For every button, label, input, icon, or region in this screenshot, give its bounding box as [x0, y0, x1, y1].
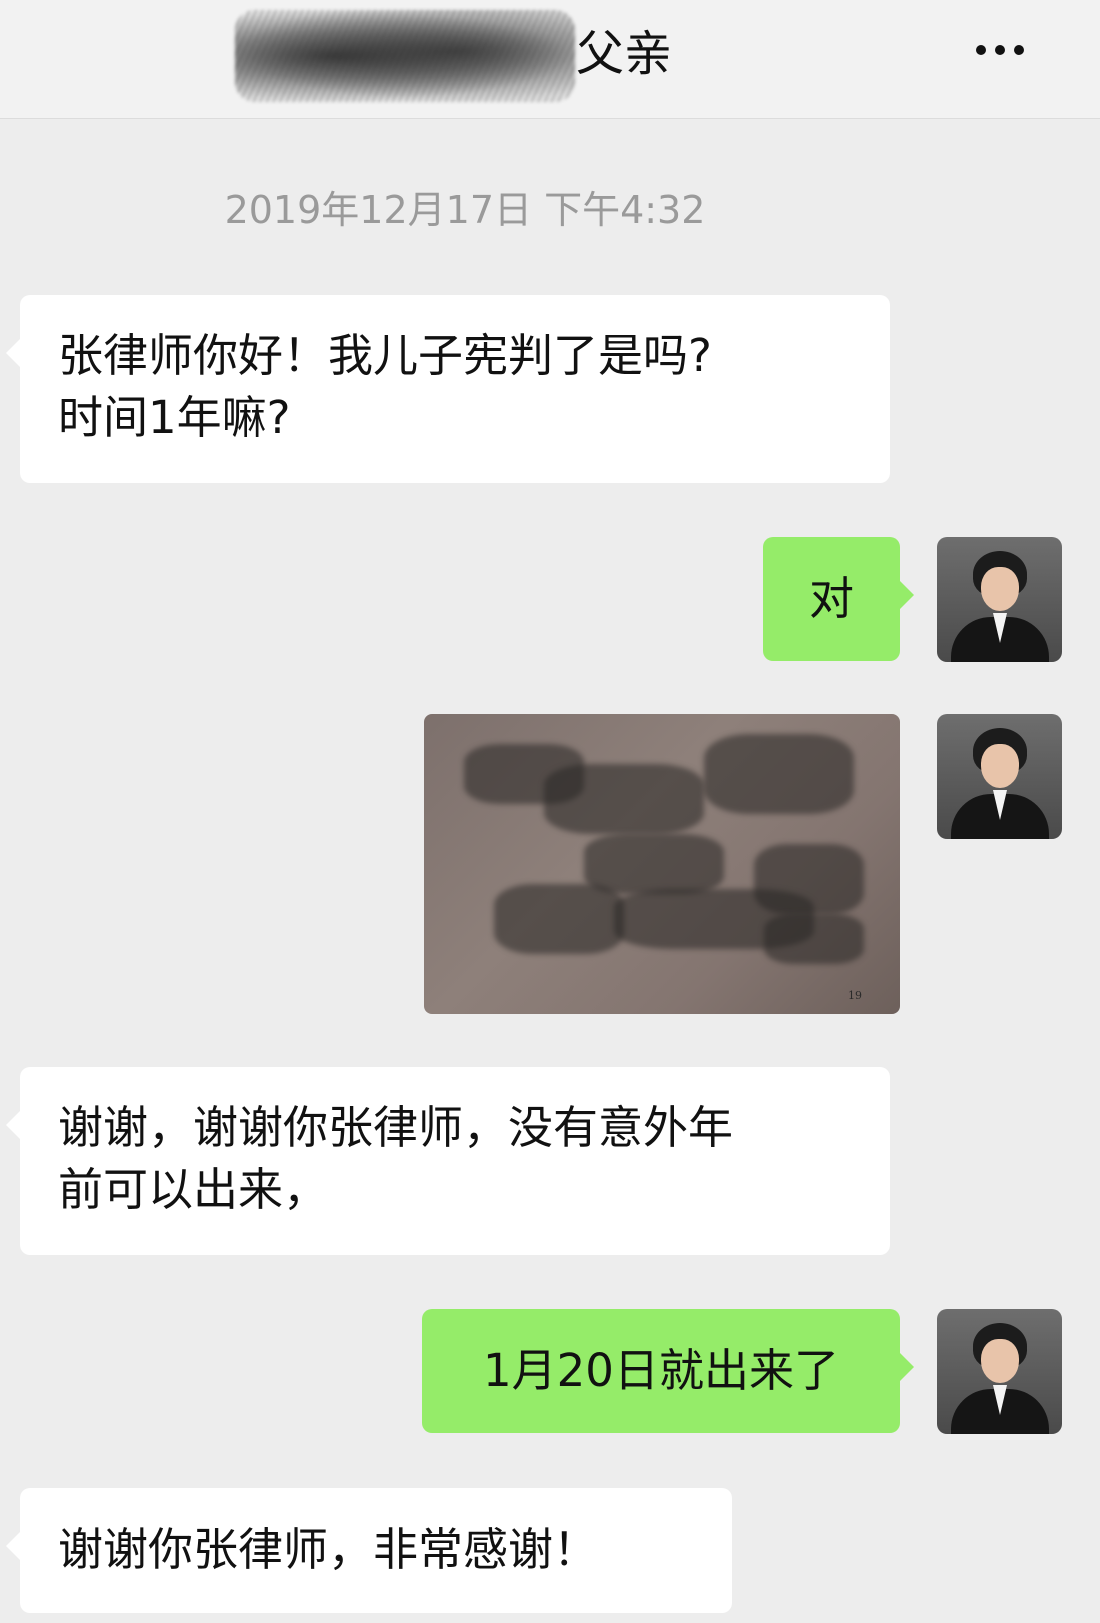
message-bubble-incoming[interactable]: 张律师你好！我儿子宪判了是吗? 时间1年嘛? [6, 295, 890, 483]
user-avatar[interactable] [937, 714, 1062, 839]
user-avatar[interactable] [937, 1309, 1062, 1434]
chat-timestamp: 2019年12月17日 下午4:32 [224, 188, 706, 232]
message-text: 对 [808, 572, 854, 625]
message-line: 前可以出来， [58, 1163, 329, 1216]
image-message[interactable]: 19 [424, 714, 900, 1014]
chat-header: 父亲 [0, 0, 1100, 119]
message-text: 1月20日就出来了 [483, 1344, 839, 1397]
message-bubble-incoming[interactable]: 谢谢你张律师，非常感谢！ [6, 1488, 732, 1613]
more-dots-icon[interactable] [970, 38, 1030, 62]
message-bubble-incoming[interactable]: 谢谢，谢谢你张律师，没有意外年 前可以出来， [6, 1067, 890, 1255]
message-line: 谢谢你张律师，非常感谢！ [58, 1523, 599, 1576]
image-caption: 19 [848, 989, 862, 1002]
user-avatar[interactable] [937, 537, 1062, 662]
message-line: 谢谢，谢谢你张律师，没有意外年 [58, 1101, 734, 1154]
contact-name: 父亲 [576, 26, 673, 82]
redacted-name [235, 10, 575, 102]
message-line: 时间1年嘛? [58, 391, 291, 444]
message-line: 张律师你好！我儿子宪判了是吗? [58, 329, 712, 382]
message-bubble-outgoing[interactable]: 1月20日就出来了 [422, 1309, 914, 1433]
message-bubble-outgoing[interactable]: 对 [763, 537, 914, 661]
